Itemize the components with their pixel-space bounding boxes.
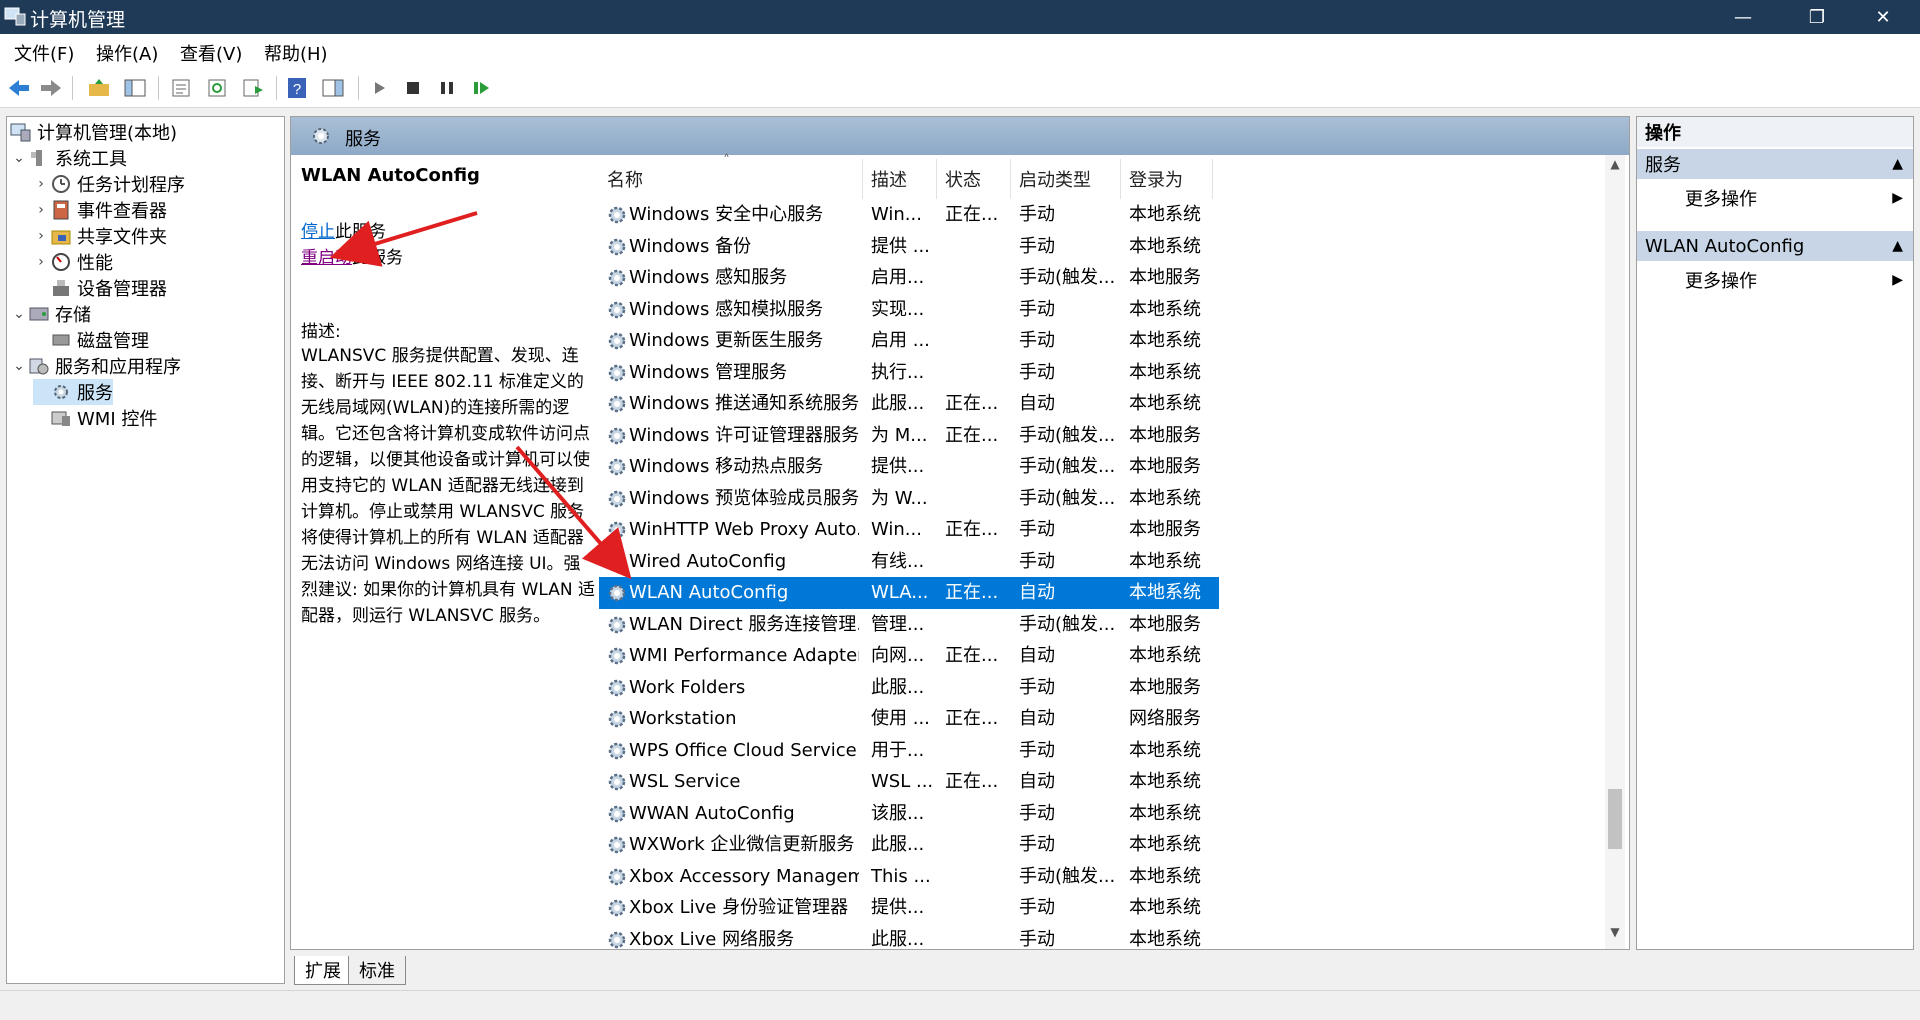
minimize-button[interactable]: — (1706, 0, 1780, 34)
submenu-arrow-icon: ▶ (1892, 190, 1903, 206)
chevron-down-icon[interactable]: ⌄ (11, 358, 27, 374)
tree-item-services-and-applications[interactable]: ⌄ 服务和应用程序 (11, 353, 181, 379)
tree-item-shared-folders[interactable]: › 共享文件夹 (33, 223, 167, 249)
tree-label: 存储 (55, 305, 91, 326)
menu-view[interactable]: 查看(V) (180, 40, 242, 66)
system-tools-icon (27, 147, 51, 169)
event-viewer-icon (49, 199, 73, 221)
actions-group-wlan[interactable]: WLAN AutoConfig ▲ (1637, 231, 1913, 261)
more-actions-label: 更多操作 (1685, 189, 1757, 210)
annotation-arrows (329, 211, 632, 580)
pause-service-icon[interactable] (432, 74, 462, 102)
tree-label: 系统工具 (55, 149, 127, 170)
toolbar-separator (72, 76, 73, 100)
more-actions-label: 更多操作 (1685, 271, 1757, 292)
tab-extended[interactable]: 扩展 (294, 956, 352, 985)
performance-icon (49, 251, 73, 273)
toolbar: ? (0, 68, 1920, 108)
computer-management-icon (9, 121, 33, 143)
export-list-icon[interactable] (238, 74, 268, 102)
tree-label: 性能 (77, 253, 113, 274)
actions-title: 操作 (1637, 117, 1913, 147)
services-pane: 服务 WLAN AutoConfig 停止此服务 重启动此服务 描述: WLAN… (290, 116, 1630, 950)
tree-item-device-manager[interactable]: 设备管理器 (33, 275, 167, 301)
menu-help[interactable]: 帮助(H) (264, 40, 328, 66)
submenu-arrow-icon: ▶ (1892, 272, 1903, 288)
tree-label: 共享文件夹 (77, 227, 167, 248)
chevron-right-icon[interactable]: › (33, 254, 49, 270)
title-bar: 计算机管理 — ❐ ✕ (0, 0, 1920, 34)
tree-item-task-scheduler[interactable]: › 任务计划程序 (33, 171, 185, 197)
more-actions-services[interactable]: 更多操作 ▶ (1637, 183, 1913, 213)
more-actions-wlan[interactable]: 更多操作 ▶ (1637, 265, 1913, 295)
show-hide-tree-icon[interactable] (120, 74, 150, 102)
tab-standard[interactable]: 标准 (348, 956, 406, 985)
up-folder-icon[interactable] (84, 74, 114, 102)
tree-item-computer-management[interactable]: 计算机管理(本地) (9, 119, 177, 145)
actions-pane: 操作 服务 ▲ 更多操作 ▶ WLAN AutoConfig ▲ 更多操作 ▶ (1636, 116, 1914, 950)
chevron-right-icon[interactable]: › (33, 202, 49, 218)
start-service-icon[interactable] (364, 74, 394, 102)
toolbar-separator (276, 76, 277, 100)
status-bar (0, 990, 1920, 1020)
console-tree: 计算机管理(本地) ⌄ 系统工具 › 任务计划程序 › 事件查看器 › 共享文件… (6, 116, 285, 984)
tree-label: WMI 控件 (77, 409, 158, 430)
menu-file[interactable]: 文件(F) (14, 40, 74, 66)
tree-label: 设备管理器 (77, 279, 167, 300)
tree-label: 事件查看器 (77, 201, 167, 222)
disk-management-icon (49, 329, 73, 351)
chevron-down-icon[interactable]: ⌄ (11, 306, 27, 322)
tree-item-wmi-control[interactable]: WMI 控件 (33, 405, 157, 431)
wmi-control-icon (49, 407, 73, 429)
chevron-right-icon[interactable]: › (33, 228, 49, 244)
toolbar-separator (358, 76, 359, 100)
show-action-pane-icon[interactable] (318, 74, 348, 102)
chevron-right-icon[interactable]: › (33, 176, 49, 192)
restart-service-icon[interactable] (466, 74, 496, 102)
device-manager-icon (49, 277, 73, 299)
tree-item-disk-management[interactable]: 磁盘管理 (33, 327, 149, 353)
tree-item-event-viewer[interactable]: › 事件查看器 (33, 197, 167, 223)
collapse-icon[interactable]: ▲ (1892, 156, 1903, 172)
actions-group-label: 服务 (1645, 155, 1681, 176)
tree-label: 计算机管理(本地) (37, 123, 178, 144)
tree-item-services[interactable]: 服务 (33, 379, 113, 405)
services-apps-icon (27, 355, 51, 377)
view-tabs: 扩展 标准 (290, 952, 1630, 986)
storage-icon (27, 303, 51, 325)
tree-label: 磁盘管理 (77, 331, 149, 352)
back-icon[interactable] (4, 74, 34, 102)
stop-service-icon[interactable] (398, 74, 428, 102)
menu-action[interactable]: 操作(A) (96, 40, 158, 66)
menu-bar: 文件(F) 操作(A) 查看(V) 帮助(H) (0, 34, 1920, 68)
properties-icon[interactable] (166, 74, 196, 102)
tree-item-storage[interactable]: ⌄ 存储 (11, 301, 91, 327)
chevron-down-icon[interactable]: ⌄ (11, 150, 27, 166)
refresh-icon[interactable] (202, 74, 232, 102)
toolbar-separator (158, 76, 159, 100)
forward-icon[interactable] (36, 74, 66, 102)
task-scheduler-icon (49, 173, 73, 195)
tree-label: 服务和应用程序 (55, 357, 181, 378)
restore-button[interactable]: ❐ (1780, 0, 1854, 34)
tree-item-performance[interactable]: › 性能 (33, 249, 113, 275)
close-button[interactable]: ✕ (1846, 0, 1920, 34)
tree-item-system-tools[interactable]: ⌄ 系统工具 (11, 145, 127, 171)
computer-management-icon (4, 6, 26, 26)
help-icon[interactable]: ? (282, 74, 312, 102)
window-title: 计算机管理 (30, 9, 126, 31)
tree-label: 服务 (77, 383, 113, 404)
services-icon (49, 381, 73, 403)
collapse-icon[interactable]: ▲ (1892, 238, 1903, 254)
actions-group-label: WLAN AutoConfig (1645, 235, 1805, 257)
shared-folders-icon (49, 225, 73, 247)
svg-text:?: ? (293, 81, 301, 98)
tree-label: 任务计划程序 (77, 175, 185, 196)
actions-group-services[interactable]: 服务 ▲ (1637, 149, 1913, 179)
